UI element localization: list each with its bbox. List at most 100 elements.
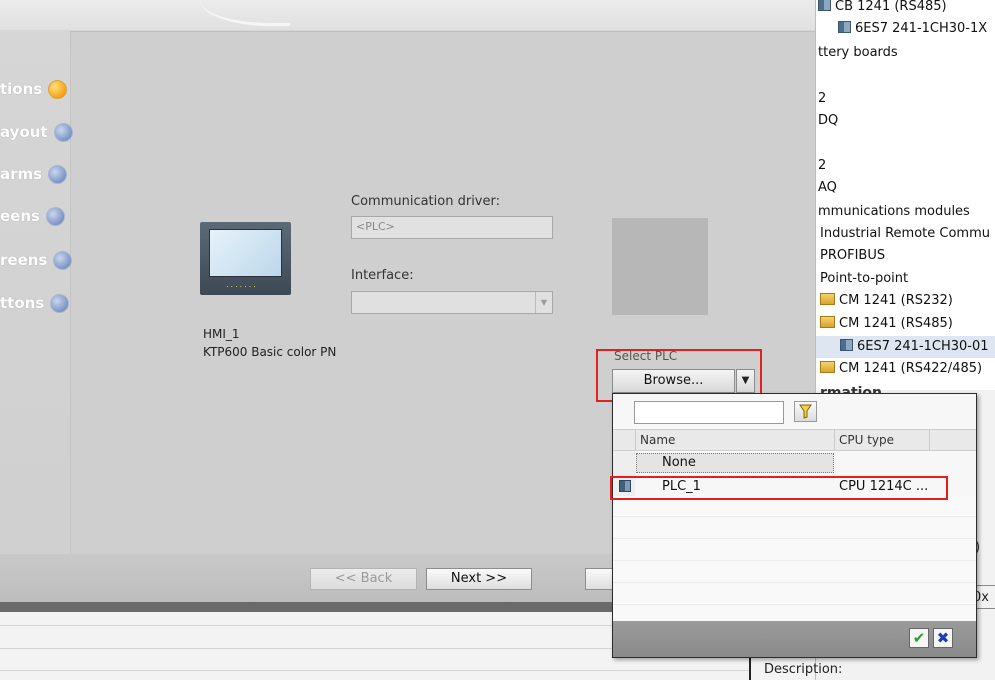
table-row-plc[interactable]: PLC_1 CPU 1214C ...	[613, 476, 976, 498]
row-name: PLC_1	[662, 479, 701, 494]
grid-line	[613, 538, 976, 539]
catalog-item[interactable]: CM 1241 (RS232)	[820, 290, 953, 312]
chevron-down-icon: ▼	[535, 292, 552, 313]
interface-dropdown[interactable]: ▼	[351, 291, 553, 314]
catalog-item-label: ttery boards	[818, 45, 898, 60]
catalog-item-label: mmunications modules	[818, 204, 970, 219]
catalog-item-label: CM 1241 (RS485)	[839, 316, 953, 331]
catalog-item[interactable]: CM 1241 (RS422/485)	[820, 358, 982, 380]
wizard-step-system-screens[interactable]: reens	[0, 245, 73, 275]
communication-driver-field: <PLC>	[351, 216, 553, 239]
step-label: tions	[0, 80, 43, 98]
hardware-catalog-panel: CB 1241 (RS485) 6ES7 241-1CH30-1X ttery …	[815, 0, 995, 390]
grid-line	[613, 582, 976, 583]
catalog-item-label: 2	[818, 158, 827, 173]
module-icon	[840, 339, 853, 351]
module-icon	[838, 21, 851, 33]
folder-module-icon	[820, 316, 835, 328]
step-label: arms	[0, 165, 43, 183]
catalog-item-label: Industrial Remote Commu	[820, 226, 990, 241]
hmi-screen-graphic	[209, 229, 282, 277]
wizard-step-connections[interactable]: tions	[0, 74, 68, 104]
step-dot-icon	[53, 250, 73, 270]
column-separator	[635, 430, 636, 451]
row-cpu-type: CPU 1214C ...	[839, 479, 929, 494]
catalog-item[interactable]: CB 1241 (RS485)	[818, 0, 947, 18]
communication-driver-label: Communication driver:	[351, 194, 500, 209]
wizard-step-screens[interactable]: eens	[0, 201, 65, 231]
catalog-item[interactable]: 2	[818, 88, 826, 110]
grid-line	[613, 604, 976, 605]
back-button[interactable]: << Back	[310, 568, 417, 590]
catalog-item-label: DQ	[818, 113, 839, 128]
table-row-none[interactable]: None	[613, 452, 976, 474]
step-label: ttons	[0, 294, 45, 312]
catalog-item-label: 6ES7 241-1CH30-01	[857, 339, 989, 354]
grid-line	[613, 560, 976, 561]
step-dot-icon	[45, 206, 65, 226]
column-separator	[834, 430, 835, 451]
column-separator	[929, 430, 930, 451]
catalog-item-label: Point-to-point	[820, 271, 909, 286]
catalog-item-label: 2	[818, 91, 827, 106]
confirm-check-button[interactable]: ✔	[909, 628, 929, 648]
folder-module-icon	[820, 293, 835, 305]
hmi-panel-image: .......	[200, 222, 291, 295]
browse-plc-button[interactable]: Browse...	[612, 369, 735, 393]
popup-footer: ✔ ✖	[613, 621, 976, 657]
column-header-cpu-type[interactable]: CPU type	[839, 430, 894, 451]
table-empty-area	[613, 496, 976, 622]
catalog-item[interactable]: CM 1241 (RS485)	[820, 313, 953, 335]
step-dot-icon	[50, 293, 70, 313]
step-dot-icon	[48, 164, 68, 184]
folder-module-icon	[820, 361, 835, 373]
catalog-item[interactable]: ttery boards	[818, 42, 898, 64]
table-header: Name CPU type	[613, 429, 976, 451]
select-plc-label: Select PLC	[614, 349, 678, 363]
catalog-item[interactable]: DQ	[818, 110, 838, 132]
catalog-item[interactable]: Industrial Remote Commu	[820, 223, 990, 245]
module-icon	[818, 0, 831, 11]
description-label: Description:	[764, 662, 843, 677]
dropdown-arrow-icon[interactable]: ▼	[736, 369, 755, 393]
step-label: ayout	[0, 123, 48, 141]
plc-image-placeholder	[612, 218, 708, 315]
wizard-step-buttons[interactable]: ttons	[0, 288, 70, 318]
cancel-x-button[interactable]: ✖	[933, 628, 953, 648]
wizard-step-alarms[interactable]: arms	[0, 159, 68, 189]
catalog-item[interactable]: 6ES7 241-1CH30-1X	[838, 18, 987, 40]
select-plc-popup: Name CPU type None PLC_1 CPU 1214C ... ✔…	[612, 393, 977, 658]
catalog-item[interactable]: mmunications modules	[818, 201, 970, 223]
catalog-item[interactable]: Point-to-point	[820, 268, 908, 290]
filter-input[interactable]	[634, 401, 784, 424]
plc-icon	[619, 476, 631, 498]
interface-label: Interface:	[351, 268, 414, 283]
catalog-item-label: CB 1241 (RS485)	[835, 0, 947, 14]
catalog-item[interactable]: 2	[818, 155, 826, 177]
step-active-dot-icon	[48, 79, 68, 99]
filter-button[interactable]	[794, 401, 817, 422]
device-type: KTP600 Basic color PN	[203, 345, 337, 359]
hmi-keys-graphic: .......	[226, 280, 258, 289]
catalog-item-label: AQ	[818, 180, 837, 195]
step-dot-icon	[53, 122, 73, 142]
catalog-item-label: 6ES7 241-1CH30-1X	[855, 21, 988, 36]
wizard-step-screen-layout[interactable]: ayout	[0, 117, 73, 147]
header-swoosh-decoration	[200, 0, 290, 26]
funnel-icon	[799, 404, 812, 419]
row-name: None	[662, 455, 696, 470]
catalog-item-label: CM 1241 (RS422/485)	[839, 361, 983, 376]
column-header-name[interactable]: Name	[640, 430, 675, 451]
step-label: eens	[0, 207, 40, 225]
catalog-item[interactable]: PROFIBUS	[820, 245, 885, 267]
next-button[interactable]: Next >>	[426, 568, 532, 590]
finish-button-partial[interactable]	[585, 568, 615, 590]
step-label: reens	[0, 251, 48, 269]
divider	[0, 670, 750, 671]
catalog-item-selected[interactable]: 6ES7 241-1CH30-01	[816, 336, 995, 358]
device-name: HMI_1	[203, 327, 240, 341]
wizard-header	[0, 0, 815, 30]
catalog-item-label: PROFIBUS	[820, 248, 886, 263]
catalog-item[interactable]: AQ	[818, 177, 837, 199]
grid-line	[613, 516, 976, 517]
